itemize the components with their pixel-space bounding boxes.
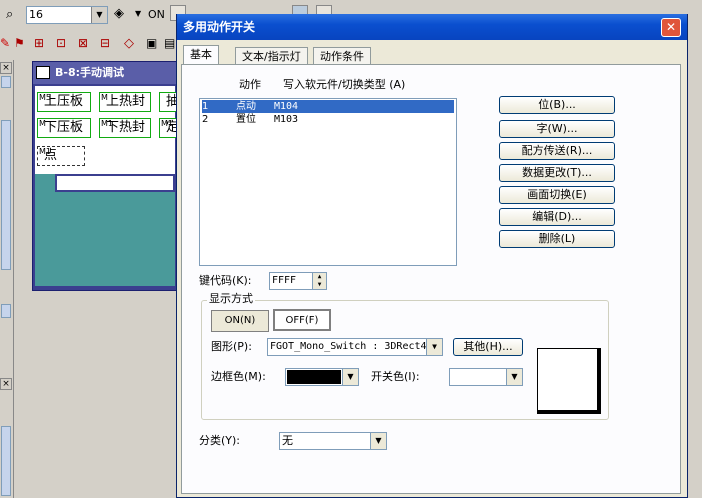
key-switch-icon[interactable]: ▣ (146, 36, 157, 50)
display-legend: 显示方式 (207, 292, 255, 306)
shape-combo[interactable]: FGOT_Mono_Switch : 3DRect4 ▼ (267, 338, 443, 356)
list-item-device: M103 (274, 114, 299, 125)
border-color-swatch (287, 370, 341, 384)
hmi-button-label: 下压板 (44, 120, 84, 135)
keycode-label: 键代码(K): (199, 274, 252, 287)
left-dock: × × (0, 60, 14, 498)
switch-color-combo[interactable]: ▼ (449, 368, 523, 386)
list-item-action: 置位 (236, 114, 256, 125)
scroll-up-icon[interactable] (1, 76, 11, 88)
other-button[interactable]: 其他(H)... (453, 338, 523, 356)
hmi-button[interactable]: M 上热封 (99, 92, 151, 112)
hmi-button[interactable]: M 下压板 (37, 118, 91, 138)
chevron-down-icon[interactable]: ▼ (342, 369, 358, 385)
category-value: 无 (282, 434, 293, 447)
shape-label: 图形(P): (211, 340, 252, 353)
list-item-action: 点动 (236, 101, 256, 112)
scroll-down-icon[interactable] (1, 304, 11, 318)
hmi-button[interactable]: M1 定 (159, 118, 177, 138)
chevron-down-icon[interactable]: ▼ (370, 433, 386, 449)
switch-tool-icon[interactable]: ✎ (0, 36, 10, 50)
spin-down-icon[interactable]: ▼ (313, 281, 326, 289)
toggle-switch-icon[interactable]: ▤ (164, 36, 175, 50)
hmi-button-tag: M5 (39, 93, 51, 102)
delete-button[interactable]: 删除(L) (499, 230, 615, 248)
word-switch-icon[interactable]: ⊡ (56, 36, 66, 50)
object-toolbar: ✎ ⚑ ⊞ ⊡ ⊠ ⊟ ◇ ▣ ▤ (0, 36, 176, 54)
border-color-label: 边框色(M): (211, 370, 266, 383)
list-header-target: 写入软元件/切换类型 (A) (283, 78, 406, 91)
zoom-value: 16 (29, 8, 43, 21)
switch-preview (537, 348, 601, 414)
dialog-title: 多用动作开关 (177, 14, 687, 40)
vertical-scrollbar[interactable] (1, 426, 11, 496)
on-toggle-label[interactable]: ON (148, 8, 165, 22)
list-item[interactable]: 1 点动 M104 (202, 100, 454, 113)
screen-title: B-8:手动调试 (33, 62, 177, 84)
bit-button[interactable]: 位(B)... (499, 96, 615, 114)
screen-canvas[interactable]: M5 上压板 M 上热封 抽 M 下压板 M1 下热封 M1 定 (35, 86, 177, 286)
chevron-down-icon[interactable]: ▼ (91, 7, 107, 23)
lamp-tool-icon[interactable]: ⚑ (14, 36, 25, 50)
action-list[interactable]: 1 点动 M104 2 置位 M103 (199, 98, 457, 266)
chevron-down-icon[interactable]: ▼ (135, 9, 141, 18)
shape-value: FGOT_Mono_Switch : 3DRect4 (270, 341, 427, 352)
hmi-button[interactable]: 抽 (159, 92, 177, 112)
keycode-spinner[interactable]: FFFF ▲ ▼ (269, 272, 327, 290)
spin-up-icon[interactable]: ▲ (313, 273, 326, 281)
data-change-button[interactable]: 数据更改(T)... (499, 164, 615, 182)
special-switch-icon[interactable]: ◇ (124, 36, 134, 51)
screen-icon (36, 66, 50, 79)
screen-switch-button[interactable]: 画面切换(E) (499, 186, 615, 204)
close-icon[interactable]: ✕ (661, 18, 681, 37)
screen-window[interactable]: B-8:手动调试 M5 上压板 M 上热封 抽 M 下压板 M1 下热封 (32, 61, 178, 291)
hmi-button-tag: M (101, 93, 108, 102)
hmi-button-tag: M1 (161, 119, 173, 128)
keycode-value: FFFF (272, 275, 297, 286)
close-icon[interactable]: × (0, 378, 12, 390)
list-item[interactable]: 2 置位 M103 (202, 113, 454, 126)
hmi-button[interactable]: M5 上压板 (37, 92, 91, 112)
list-item-device: M104 (274, 101, 299, 112)
zoom-combo[interactable]: 16 ▼ (26, 6, 108, 24)
screen-bar[interactable] (55, 174, 175, 192)
switch-color-label: 开关色(I): (371, 370, 420, 383)
on-state-button[interactable]: ON(N) (211, 310, 269, 332)
station-switch-icon[interactable]: ⊟ (100, 36, 110, 50)
hmi-button-label: 上热封 (106, 94, 146, 109)
fill-color-icon[interactable]: ◈ (114, 6, 124, 21)
list-item-no: 2 (202, 114, 209, 125)
hmi-button-tag: M1 (101, 119, 113, 128)
list-header-action: 动作 (239, 78, 261, 91)
recipe-button[interactable]: 配方传送(R)... (499, 142, 615, 160)
category-combo[interactable]: 无 ▼ (279, 432, 387, 450)
hmi-button[interactable]: M1 下热封 (99, 118, 151, 138)
word-button[interactable]: 字(W)... (499, 120, 615, 138)
chevron-down-icon[interactable]: ▼ (426, 339, 442, 355)
close-icon[interactable]: × (0, 62, 12, 74)
category-label: 分类(Y): (199, 434, 241, 447)
bit-switch-icon[interactable]: ⊞ (34, 36, 44, 50)
off-state-button[interactable]: OFF(F) (273, 309, 331, 331)
chevron-down-icon[interactable]: ▼ (506, 369, 522, 385)
multi-action-switch-dialog: 多用动作开关 ✕ 基本 文本/指示灯 动作条件 动作 写入软元件/切换类型 (A… (176, 14, 688, 498)
vertical-scrollbar[interactable] (1, 120, 11, 270)
hmi-button-selected[interactable]: M1 点 (37, 146, 85, 166)
list-item-no: 1 (202, 101, 209, 112)
hmi-button-tag: M1 (39, 147, 51, 156)
zoom-icon[interactable]: ⌕ (6, 7, 13, 22)
go-switch-icon[interactable]: ⊠ (78, 36, 88, 50)
screen-canvas-area[interactable]: M5 上压板 M 上热封 抽 M 下压板 M1 下热封 M1 定 (35, 86, 177, 174)
hmi-button-tag: M (39, 119, 46, 128)
switch-color-swatch (451, 370, 505, 384)
edit-button[interactable]: 编辑(D)... (499, 208, 615, 226)
border-color-combo[interactable]: ▼ (285, 368, 359, 386)
